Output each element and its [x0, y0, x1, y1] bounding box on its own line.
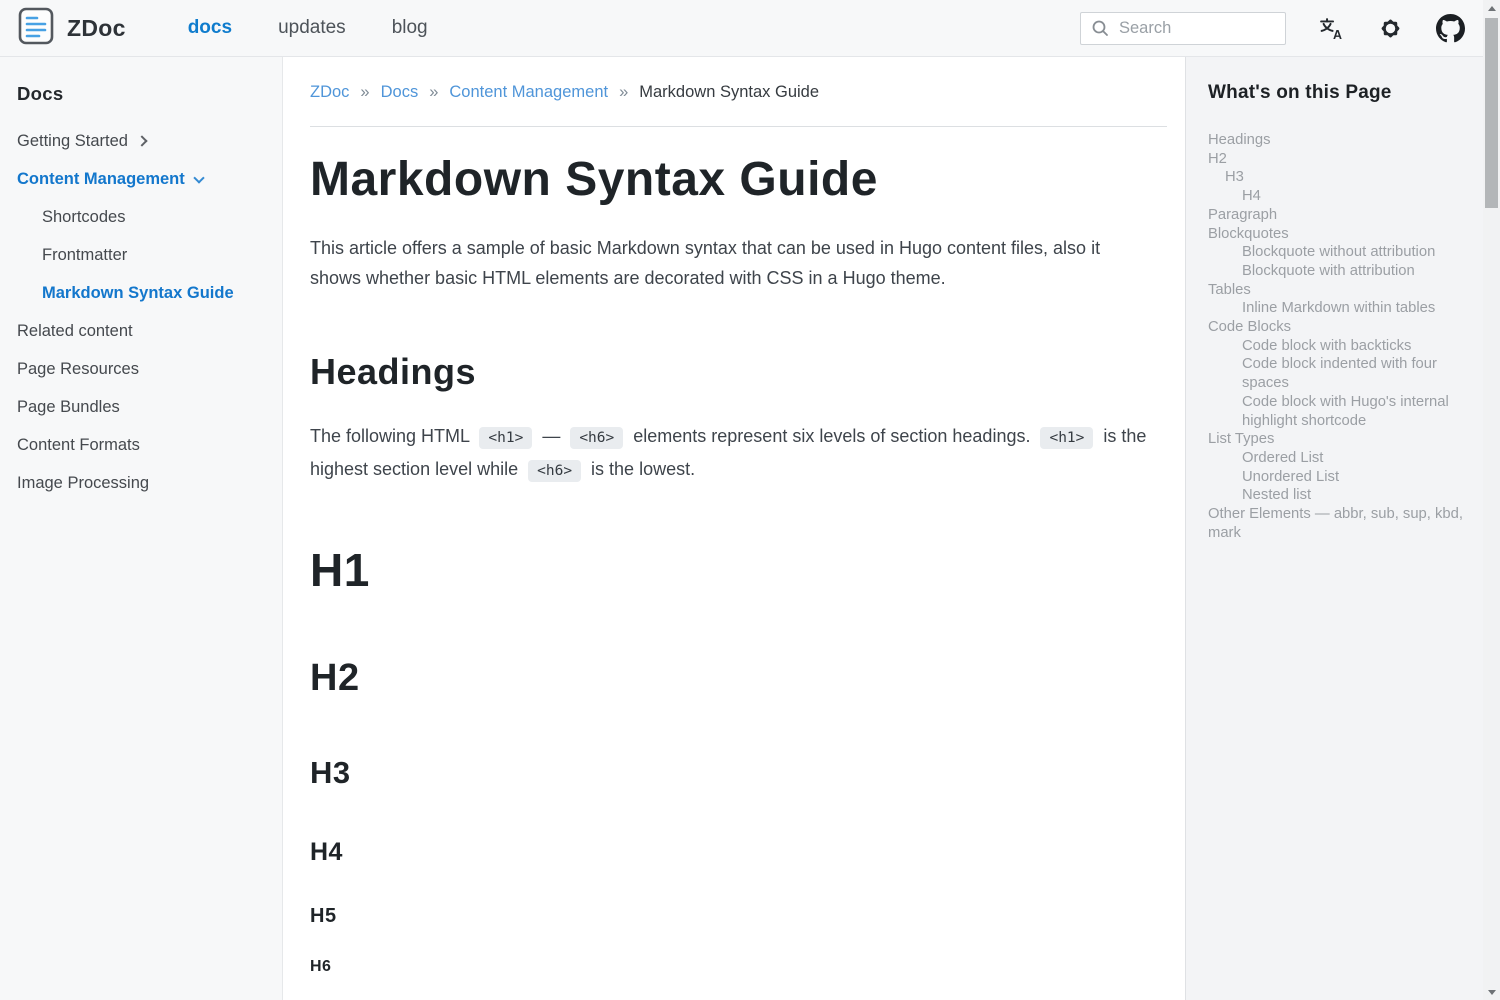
toc-item-other-elements-abbr-sub-sup-kbd-mark[interactable]: Other Elements — abbr, sub, sup, kbd, ma…: [1208, 505, 1465, 542]
paragraph-text: elements represent six levels of section…: [628, 426, 1035, 446]
breadcrumb-content-management[interactable]: Content Management: [449, 83, 608, 101]
toc-item-headings[interactable]: Headings: [1208, 131, 1465, 150]
sample-heading-h3: H3: [310, 754, 1167, 791]
breadcrumb-zdoc[interactable]: ZDoc: [310, 83, 349, 101]
sidebar-item-label: Getting Started: [17, 132, 128, 151]
toc-item-h4[interactable]: H4: [1208, 187, 1465, 206]
sample-heading-h2: H2: [310, 656, 1167, 702]
article-intro: This article offers a sample of basic Ma…: [310, 233, 1145, 293]
sidebar-title: Docs: [17, 83, 266, 105]
toc-item-code-block-with-hugo-s-internal-highlight-shortcode[interactable]: Code block with Hugo's internal highligh…: [1208, 393, 1465, 430]
headings-description: The following HTML <h1> — <h6> elements …: [310, 421, 1167, 487]
nav-link-blog[interactable]: blog: [392, 17, 428, 39]
breadcrumb-separator: »: [429, 83, 438, 101]
sample-heading-h1: H1: [310, 543, 1167, 598]
toc-list: HeadingsH2H3H4ParagraphBlockquotesBlockq…: [1208, 131, 1465, 542]
sidebar-item-getting-started[interactable]: Getting Started: [17, 122, 266, 160]
toc-item-blockquote-with-attribution[interactable]: Blockquote with attribution: [1208, 262, 1465, 281]
sample-heading-h4: H4: [310, 837, 1167, 867]
toc-item-tables[interactable]: Tables: [1208, 281, 1465, 300]
header-actions: A: [1080, 12, 1465, 45]
toc-item-code-block-indented-with-four-spaces[interactable]: Code block indented with four spaces: [1208, 355, 1465, 392]
toc-item-code-block-with-backticks[interactable]: Code block with backticks: [1208, 337, 1465, 356]
inline-code: <h6>: [528, 460, 581, 482]
sidebar-item-page-resources[interactable]: Page Resources: [17, 350, 266, 388]
sidebar-item-page-bundles[interactable]: Page Bundles: [17, 388, 266, 426]
search-box[interactable]: [1080, 12, 1286, 45]
toc-item-inline-markdown-within-tables[interactable]: Inline Markdown within tables: [1208, 299, 1465, 318]
sidebar-item-frontmatter[interactable]: Frontmatter: [17, 236, 266, 274]
zdoc-logo-icon: [18, 6, 54, 51]
main-content: ZDoc » Docs » Content Management » Markdown Sy…: [284, 57, 1185, 1000]
sidebar-item-shortcodes[interactable]: Shortcodes: [17, 198, 266, 236]
toc-item-list-types[interactable]: List Types: [1208, 430, 1465, 449]
nav-link-updates[interactable]: updates: [278, 17, 346, 39]
sidebar-item-label: Markdown Syntax Guide: [42, 284, 234, 303]
chevron-right-icon: [136, 135, 147, 146]
heading-samples: H1 H2 H3 H4 H5 H6: [310, 543, 1167, 976]
nav-link-docs[interactable]: docs: [188, 17, 232, 39]
sidebar-item-content-management[interactable]: Content Management: [17, 160, 266, 198]
sidebar-item-label: Content Formats: [17, 436, 140, 455]
sidebar-list: Getting Started Content Management Shortco…: [17, 122, 266, 502]
breadcrumb-markdown-syntax-guide: Markdown Syntax Guide: [639, 83, 819, 101]
chevron-down-icon: [193, 172, 204, 183]
brand-wrap[interactable]: ZDoc: [18, 6, 126, 51]
sidebar-item-related-content[interactable]: Related content: [17, 312, 266, 350]
sidebar-item-label: Page Bundles: [17, 398, 120, 417]
toc-item-blockquotes[interactable]: Blockquotes: [1208, 225, 1465, 244]
sidebar-item-label: Image Processing: [17, 474, 149, 493]
toc-item-unordered-list[interactable]: Unordered List: [1208, 468, 1465, 487]
inline-code: <h1>: [479, 427, 532, 449]
translate-icon[interactable]: A: [1318, 16, 1345, 41]
page-title: Markdown Syntax Guide: [310, 152, 1167, 207]
toc-item-nested-list[interactable]: Nested list: [1208, 486, 1465, 505]
breadcrumb-docs[interactable]: Docs: [381, 83, 419, 101]
sidebar-item-label: Content Management: [17, 170, 185, 189]
sample-heading-h5: H5: [310, 904, 1167, 928]
breadcrumb-separator: »: [360, 83, 369, 101]
page-scrollbar[interactable]: [1483, 0, 1500, 1000]
sidebar-item-label: Related content: [17, 322, 133, 341]
toc-item-h2[interactable]: H2: [1208, 150, 1465, 169]
sidebar-item-label: Shortcodes: [42, 208, 125, 227]
toc-panel: What's on this Page HeadingsH2H3H4Paragr…: [1185, 57, 1483, 1000]
section-heading-headings: Headings: [310, 351, 1167, 393]
sidebar-item-label: Frontmatter: [42, 246, 127, 265]
toc-item-paragraph[interactable]: Paragraph: [1208, 206, 1465, 225]
toc-item-code-blocks[interactable]: Code Blocks: [1208, 318, 1465, 337]
search-input[interactable]: [1117, 18, 1275, 39]
gear-icon[interactable]: [1377, 15, 1404, 42]
github-icon[interactable]: [1436, 14, 1465, 43]
sidebar-item-label: Page Resources: [17, 360, 139, 379]
svg-text:A: A: [1333, 27, 1342, 40]
top-navbar: ZDoc docs updates blog A: [0, 0, 1483, 57]
paragraph-text: is the lowest.: [586, 459, 695, 479]
scrollbar-down-arrow[interactable]: [1483, 984, 1500, 1000]
toc-item-h3[interactable]: H3: [1208, 168, 1465, 187]
toc-title: What's on this Page: [1208, 82, 1465, 104]
sidebar-item-markdown-syntax-guide[interactable]: Markdown Syntax Guide: [17, 274, 266, 312]
paragraph-text: —: [537, 426, 565, 446]
search-icon: [1091, 19, 1109, 37]
breadcrumb: ZDoc » Docs » Content Management » Markdown Sy…: [310, 83, 1167, 102]
main-nav: docs updates blog: [188, 17, 428, 39]
scrollbar-thumb[interactable]: [1485, 18, 1498, 208]
sidebar-item-image-processing[interactable]: Image Processing: [17, 464, 266, 502]
left-sidebar: Docs Getting Started Content Management Sh…: [0, 57, 283, 1000]
sample-heading-h6: H6: [310, 957, 1167, 976]
sidebar-item-content-formats[interactable]: Content Formats: [17, 426, 266, 464]
breadcrumb-separator: »: [619, 83, 628, 101]
paragraph-text: The following HTML: [310, 426, 474, 446]
inline-code: <h1>: [1040, 427, 1093, 449]
breadcrumb-divider: [310, 126, 1167, 127]
toc-item-ordered-list[interactable]: Ordered List: [1208, 449, 1465, 468]
brand-title: ZDoc: [67, 15, 126, 42]
inline-code: <h6>: [570, 427, 623, 449]
scrollbar-up-arrow[interactable]: [1483, 0, 1500, 16]
toc-item-blockquote-without-attribution[interactable]: Blockquote without attribution: [1208, 243, 1465, 262]
